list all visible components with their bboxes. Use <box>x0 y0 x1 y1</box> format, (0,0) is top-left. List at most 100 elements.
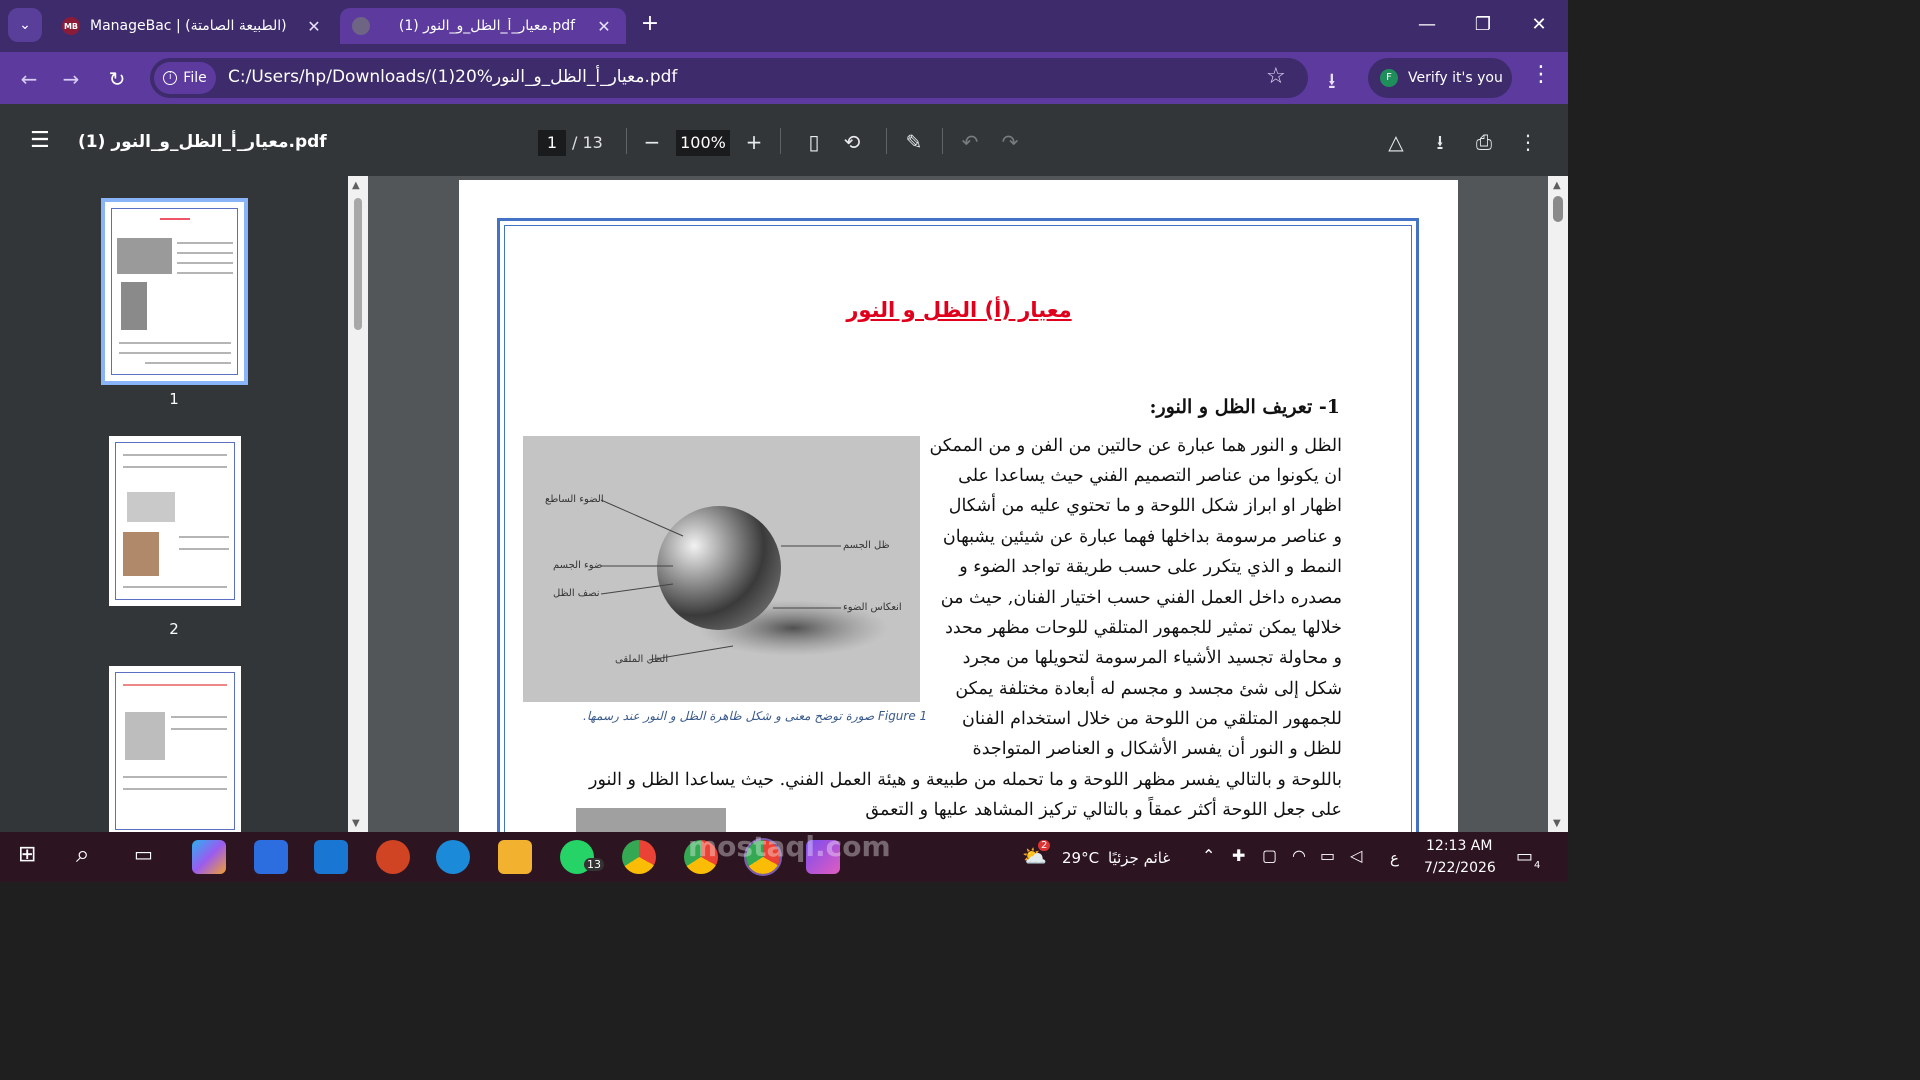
task-view-icon[interactable]: ▭ <box>134 842 153 866</box>
figure-label: الضوء الساطع <box>545 494 604 505</box>
minimize-button[interactable]: — <box>1412 10 1442 40</box>
back-button[interactable]: ← <box>14 64 44 94</box>
drive-save-icon[interactable]: △ <box>1382 128 1410 156</box>
zoom-input[interactable]: 100% <box>676 130 730 156</box>
input-language[interactable]: ع <box>1390 849 1399 867</box>
thumb-text <box>171 716 227 718</box>
search-icon[interactable]: ⌕ <box>76 840 89 868</box>
battery-icon[interactable]: ▭ <box>1320 846 1335 865</box>
site-info-chip[interactable]: i File <box>154 62 216 94</box>
notifications-icon[interactable]: ▭ <box>1516 846 1533 867</box>
globe-icon <box>352 17 370 35</box>
document-scroll-thumb[interactable] <box>1553 196 1563 222</box>
file-explorer-icon[interactable] <box>498 840 532 874</box>
copilot-icon[interactable] <box>192 840 226 874</box>
pdf-toolbar: ☰ معيار_أ_الظل_و_النور (1).pdf 1 / 13 − … <box>0 104 1568 176</box>
notifications-badge: 4 <box>1534 860 1541 871</box>
bookmark-star-icon[interactable]: ☆ <box>1266 64 1286 89</box>
thumb-title <box>160 218 190 220</box>
figure-label: انعكاس الضوء <box>843 602 902 613</box>
thumb-text <box>171 728 227 730</box>
document-scrollbar[interactable] <box>1548 176 1568 832</box>
weather-desc[interactable]: غائم جزئيًا <box>1108 849 1170 867</box>
tab-search-button[interactable]: ⌄ <box>8 8 42 42</box>
document-name: معيار_أ_الظل_و_النور (1).pdf <box>78 132 327 152</box>
zoom-in-button[interactable]: + <box>740 128 768 156</box>
scroll-down-icon[interactable]: ▼ <box>352 818 360 829</box>
document-viewer: معيار (أ) الظل و النور 1- تعريف الظل و ا… <box>368 176 1568 832</box>
redo-icon[interactable]: ↷ <box>996 128 1024 156</box>
restore-button[interactable]: ❐ <box>1468 10 1498 40</box>
tray-app-icon[interactable]: ✚ <box>1232 846 1245 865</box>
whatsapp-badge: 13 <box>584 858 604 871</box>
scroll-up-icon[interactable]: ▲ <box>352 180 360 191</box>
weather-temp[interactable]: 29°C <box>1062 849 1099 867</box>
url-text[interactable]: C:/Users/hp/Downloads/(1)معيار_أ_الظل_و_… <box>228 67 677 87</box>
close-window-button[interactable]: ✕ <box>1524 10 1554 40</box>
paragraph-line: اظهار او ابراز شكل اللوحة و ما تحتوي علي… <box>948 496 1342 516</box>
browser-menu-icon[interactable]: ⋮ <box>1530 62 1552 87</box>
rotate-icon[interactable]: ⟲ <box>838 128 866 156</box>
tab-title: معيار_أ_الظل_و_النور (1).pdf <box>398 18 576 34</box>
thumb-text <box>145 362 231 364</box>
page-thumbnail-1[interactable] <box>101 198 248 385</box>
device-icon[interactable]: ▢ <box>1262 846 1277 865</box>
thumb-text <box>177 252 233 254</box>
divider <box>942 128 943 154</box>
zoom-out-button[interactable]: − <box>638 128 666 156</box>
page-thumbnail-2[interactable] <box>109 436 241 606</box>
thumb-text <box>119 352 231 354</box>
powerpoint-icon[interactable] <box>376 840 410 874</box>
profile-button[interactable]: F Verify it's you <box>1368 58 1512 98</box>
clock-time[interactable]: 12:13 AM <box>1426 838 1492 854</box>
paragraph-line: على جعل اللوحة أكثر عمقاً و بالتالي تركي… <box>865 800 1342 820</box>
thumbnail-number: 2 <box>169 620 179 638</box>
scroll-up-icon[interactable]: ▲ <box>1553 180 1561 191</box>
chrome-icon[interactable] <box>622 840 656 874</box>
scroll-down-icon[interactable]: ▼ <box>1553 818 1561 829</box>
sidebar-menu-icon[interactable]: ☰ <box>30 128 50 153</box>
paragraph-line: للظل و النور أن يفسر الأشكال و العناصر ا… <box>972 739 1342 759</box>
wifi-icon[interactable]: ◠ <box>1292 846 1306 865</box>
new-tab-button[interactable]: + <box>638 12 662 36</box>
second-figure-image <box>576 808 726 832</box>
thumb-image <box>117 238 172 274</box>
download-icon[interactable]: ⭳ <box>1426 128 1454 156</box>
tab-title: ManageBac | (الطبيعة الصامتة) <box>90 18 287 34</box>
thumb-image <box>123 532 159 576</box>
chevron-up-icon[interactable]: ⌃ <box>1202 846 1215 865</box>
microsoft-store-icon[interactable] <box>254 840 288 874</box>
volume-icon[interactable]: ◁ <box>1350 846 1362 865</box>
outlook-icon[interactable] <box>314 840 348 874</box>
start-windows-icon[interactable]: ⊞ <box>18 842 36 867</box>
download-icon[interactable]: ⭳ <box>1328 64 1336 102</box>
sidebar-scroll-thumb[interactable] <box>354 198 362 330</box>
clock-date[interactable]: 7/22/2026 <box>1424 860 1496 876</box>
annotate-pen-icon[interactable]: ✎ <box>900 128 928 156</box>
profile-label: Verify it's you <box>1408 70 1503 86</box>
undo-icon[interactable]: ↶ <box>956 128 984 156</box>
thumb-image <box>127 492 175 522</box>
paragraph-line: خلالها يمكن تمثير للجمهور المتلقي للوحات… <box>945 618 1342 638</box>
light-shadow-figure: الضوء الساطع ضوء الجسم نصف الظل الظل الم… <box>523 436 920 702</box>
paragraph-line: و محاولة تجسيد الأشياء المرسومة لتحويلها… <box>962 648 1342 668</box>
thumb-text <box>177 262 233 264</box>
page-number-input[interactable]: 1 <box>538 130 566 156</box>
close-tab-icon[interactable]: ✕ <box>304 17 324 36</box>
paragraph-line: الظل و النور هما عبارة عن حالتين من الفن… <box>929 436 1342 456</box>
reload-button[interactable]: ↻ <box>102 64 132 94</box>
edge-icon[interactable] <box>436 840 470 874</box>
paragraph-line: شكل إلى شئ مجسد و مجسم له أبعادة مختلفة … <box>955 679 1342 699</box>
thumb-image <box>121 282 147 330</box>
tab-pdf[interactable]: معيار_أ_الظل_و_النور (1).pdf ✕ <box>340 8 626 44</box>
fit-page-icon[interactable]: ▯ <box>800 128 828 156</box>
forward-button[interactable]: → <box>56 64 86 94</box>
close-tab-icon[interactable]: ✕ <box>594 17 614 36</box>
managebac-favicon-icon: MB <box>62 17 80 35</box>
more-options-icon[interactable]: ⋮ <box>1514 128 1542 156</box>
thumb-text <box>123 684 227 686</box>
print-icon[interactable]: ⎙ <box>1470 128 1498 156</box>
tab-managebac[interactable]: MB ManageBac | (الطبيعة الصامتة) ✕ <box>50 8 336 44</box>
page-thumbnail-3[interactable] <box>109 666 241 832</box>
paragraph-line: ان يكونوا من عناصر التصميم الفني حيث يسا… <box>958 466 1342 486</box>
